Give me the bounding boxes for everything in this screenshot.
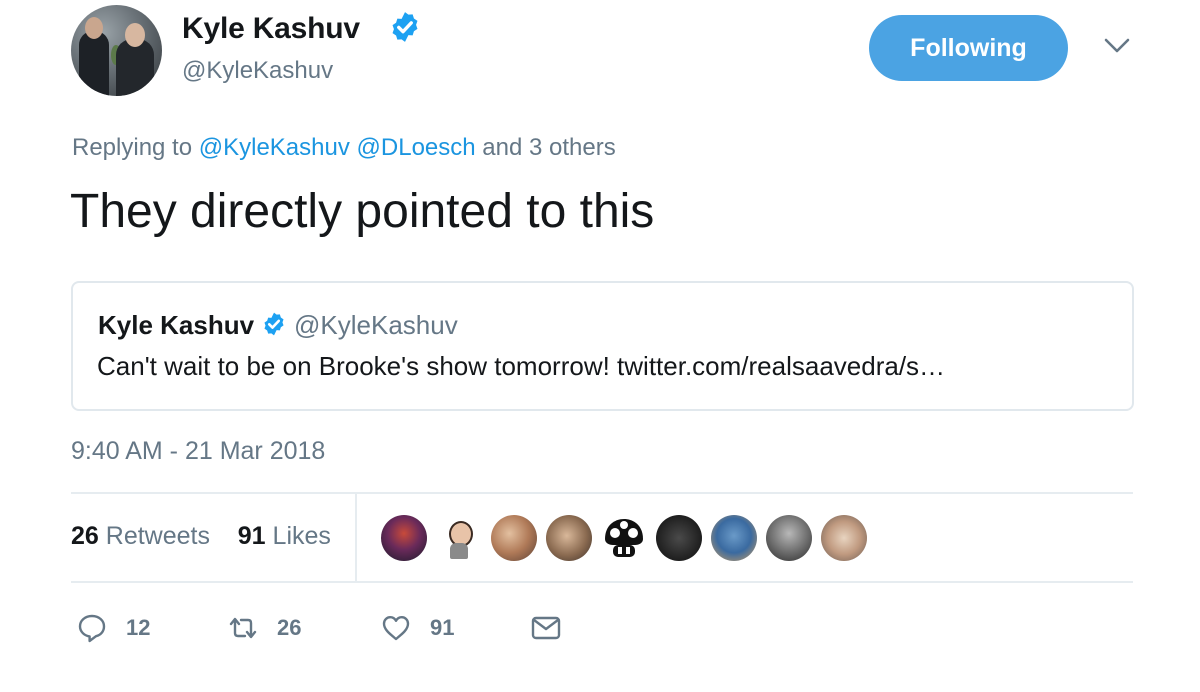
chevron-down-icon[interactable] [1103,37,1131,55]
liker-avatar[interactable] [766,515,812,561]
likes-stat[interactable]: 91 Likes [238,522,331,550]
divider [71,492,1133,494]
liker-avatar[interactable] [546,515,592,561]
tweet-timestamp[interactable]: 9:40 AM - 21 Mar 2018 [71,437,325,466]
liker-avatar[interactable] [491,515,537,561]
retweets-count: 26 [71,522,99,550]
retweet-count: 26 [277,615,302,640]
reply-count: 12 [126,615,151,640]
retweets-stat[interactable]: 26 Retweets [71,522,210,550]
reply-icon [78,614,106,643]
liker-avatar[interactable] [381,515,427,561]
mention-link-kylekashuv[interactable]: @KyleKashuv [199,134,350,161]
divider [71,581,1133,583]
verified-badge-icon [264,312,284,336]
direct-message-action[interactable] [530,612,562,644]
engagement-stats: 26 Retweets 91 Likes [71,522,331,551]
following-button[interactable]: Following [869,15,1068,81]
replying-to-line: Replying to @KyleKashuv @DLoesch and 3 o… [72,134,616,162]
like-action[interactable]: 91 [380,612,454,644]
likes-count: 91 [237,522,266,550]
likes-label: Likes [272,522,331,550]
quoted-author-handle: @KyleKashuv [294,310,458,340]
liker-avatar[interactable] [436,515,482,561]
others-link[interactable]: and 3 others [482,134,615,161]
reply-action[interactable]: 12 [76,612,150,644]
author-name[interactable]: Kyle Kashuv [182,12,360,46]
quoted-tweet-text: Can't wait to be on Brooke's show tomorr… [97,351,946,381]
quoted-author-name: Kyle Kashuv [98,310,255,340]
envelope-icon [531,616,561,640]
retweet-icon [229,617,257,639]
liker-avatar[interactable] [711,515,757,561]
tweet-text: They directly pointed to this [70,185,655,238]
retweet-action[interactable]: 26 [227,612,301,644]
replying-prefix: Replying to [72,134,193,161]
quoted-tweet-card[interactable] [71,281,1134,411]
retweets-label: Retweets [105,522,210,550]
author-avatar[interactable] [71,5,162,96]
liker-avatar[interactable] [656,515,702,561]
verified-badge-icon [392,12,418,42]
divider [355,494,357,582]
author-handle[interactable]: @KyleKashuv [182,57,333,85]
mention-link-dloesch[interactable]: @DLoesch [357,134,476,161]
heart-icon [382,616,410,641]
liker-avatar[interactable] [601,515,647,561]
like-count: 91 [430,615,455,640]
liker-avatar[interactable] [821,515,867,561]
